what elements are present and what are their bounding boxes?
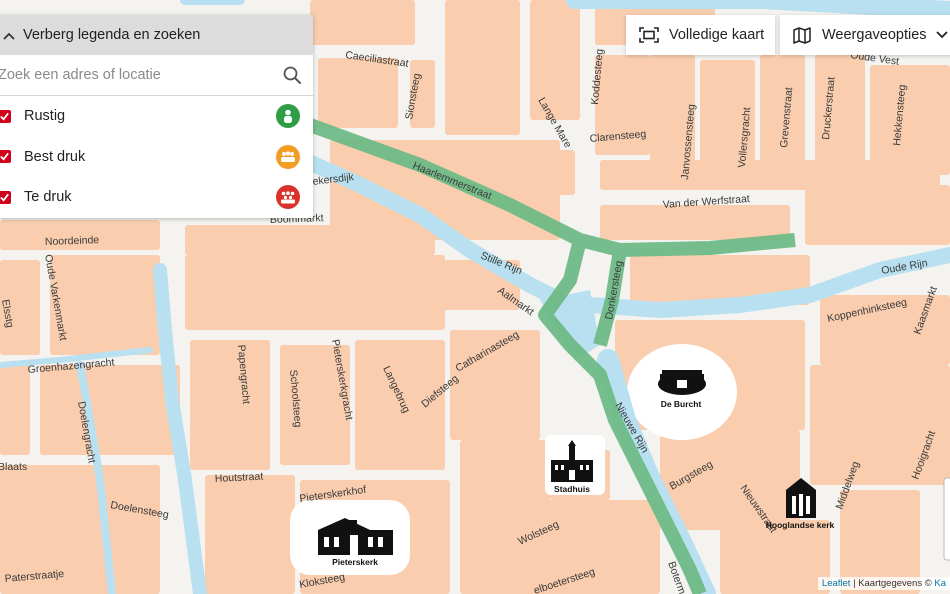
search-input[interactable]	[0, 66, 270, 84]
landmark-label: Stadhuis	[554, 484, 590, 494]
legend-toggle-label: Verberg legenda en zoeken	[23, 27, 201, 43]
landmark-de-burcht[interactable]: De Burcht	[658, 370, 706, 409]
search-bar	[0, 55, 313, 96]
street-label: Blaats	[0, 461, 27, 473]
group-icon	[276, 144, 300, 169]
landmark-label: De Burcht	[661, 399, 702, 409]
legend-label: Rustig	[24, 108, 66, 125]
legend-label: Te druk	[24, 189, 72, 206]
checkbox-rustig[interactable]	[0, 109, 11, 123]
view-options-button[interactable]: Weergaveopties	[780, 15, 950, 55]
fullscreen-button[interactable]: Volledige kaart	[626, 15, 775, 55]
chevron-down-icon	[935, 26, 948, 44]
checkmark-icon	[0, 193, 9, 202]
map-attribution: Leaflet | Kaartgegevens © Ka	[817, 577, 950, 590]
landmark-label: Hooglandse kerk	[766, 520, 835, 530]
legend-item-te-druk[interactable]: Te druk	[0, 177, 313, 218]
checkbox-best-druk[interactable]	[0, 150, 11, 164]
search-icon[interactable]	[283, 66, 301, 84]
attribution-source-link[interactable]: Ka	[934, 578, 946, 589]
leaflet-link[interactable]: Leaflet	[822, 578, 851, 589]
crowd-icon	[276, 185, 300, 210]
street-label: Noordeinde	[45, 234, 100, 248]
legend-panel: Verberg legenda en zoeken Rustig Best dr…	[0, 15, 313, 218]
person-icon	[276, 104, 300, 129]
map-icon	[793, 26, 811, 44]
legend-item-rustig[interactable]: Rustig	[0, 96, 313, 137]
attribution-text: Kaartgegevens ©	[858, 578, 935, 589]
fullscreen-label: Volledige kaart	[669, 27, 765, 43]
zoom-control[interactable]	[943, 477, 950, 561]
view-options-label: Weergaveopties	[822, 27, 927, 43]
checkbox-te-druk[interactable]	[0, 190, 11, 204]
landmark-label: Pieterskerk	[332, 557, 378, 567]
legend-toggle-button[interactable]: Verberg legenda en zoeken	[0, 15, 313, 55]
legend-label: Best druk	[24, 148, 86, 165]
legend-item-best-druk[interactable]: Best druk	[0, 137, 313, 178]
checkmark-icon	[0, 112, 9, 121]
chevron-up-icon	[0, 28, 20, 43]
checkmark-icon	[0, 152, 9, 161]
fullscreen-icon	[639, 27, 659, 43]
street-label: Houtstraat	[215, 470, 264, 485]
